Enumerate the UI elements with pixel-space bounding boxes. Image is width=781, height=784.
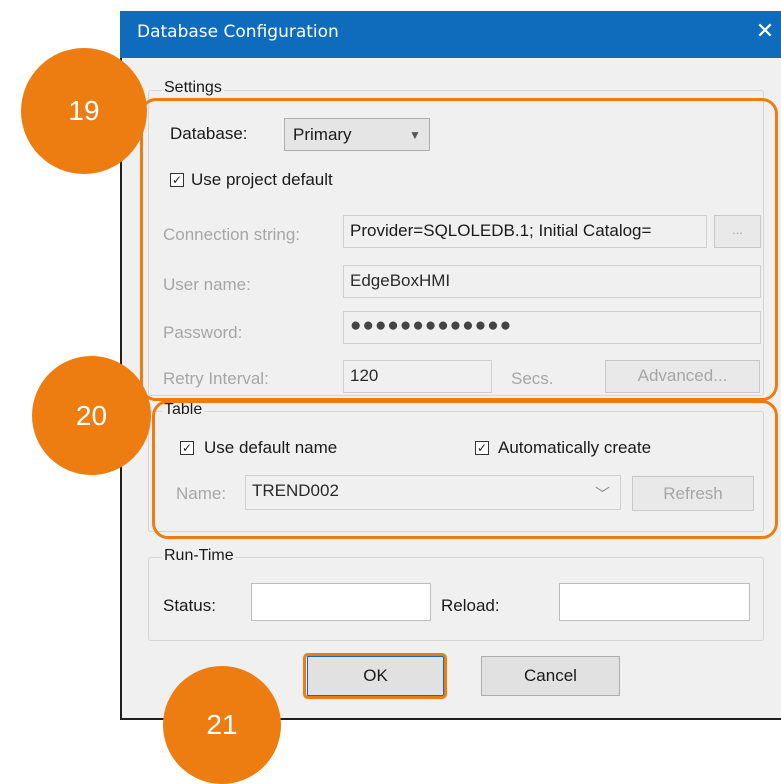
- settings-legend: Settings: [162, 79, 224, 97]
- callout-20-outline: [152, 400, 778, 539]
- dialog-title: Database Configuration: [137, 22, 339, 42]
- callout-19-circle: 19: [21, 48, 147, 174]
- reload-field[interactable]: [559, 583, 750, 621]
- callout-21-circle: 21: [163, 666, 281, 784]
- status-field[interactable]: [251, 583, 431, 621]
- cancel-button[interactable]: Cancel: [481, 656, 620, 696]
- runtime-legend: Run-Time: [162, 547, 236, 565]
- callout-19-outline: [140, 98, 778, 401]
- callout-21-number: 21: [206, 709, 238, 740]
- close-icon[interactable]: ✕: [752, 16, 778, 46]
- callout-21-outline: [303, 653, 447, 699]
- status-label: Status:: [163, 596, 216, 615]
- callout-20-circle: 20: [32, 356, 151, 475]
- callout-19-number: 19: [68, 95, 100, 126]
- callout-20-number: 20: [75, 400, 108, 431]
- reload-label: Reload:: [441, 596, 500, 615]
